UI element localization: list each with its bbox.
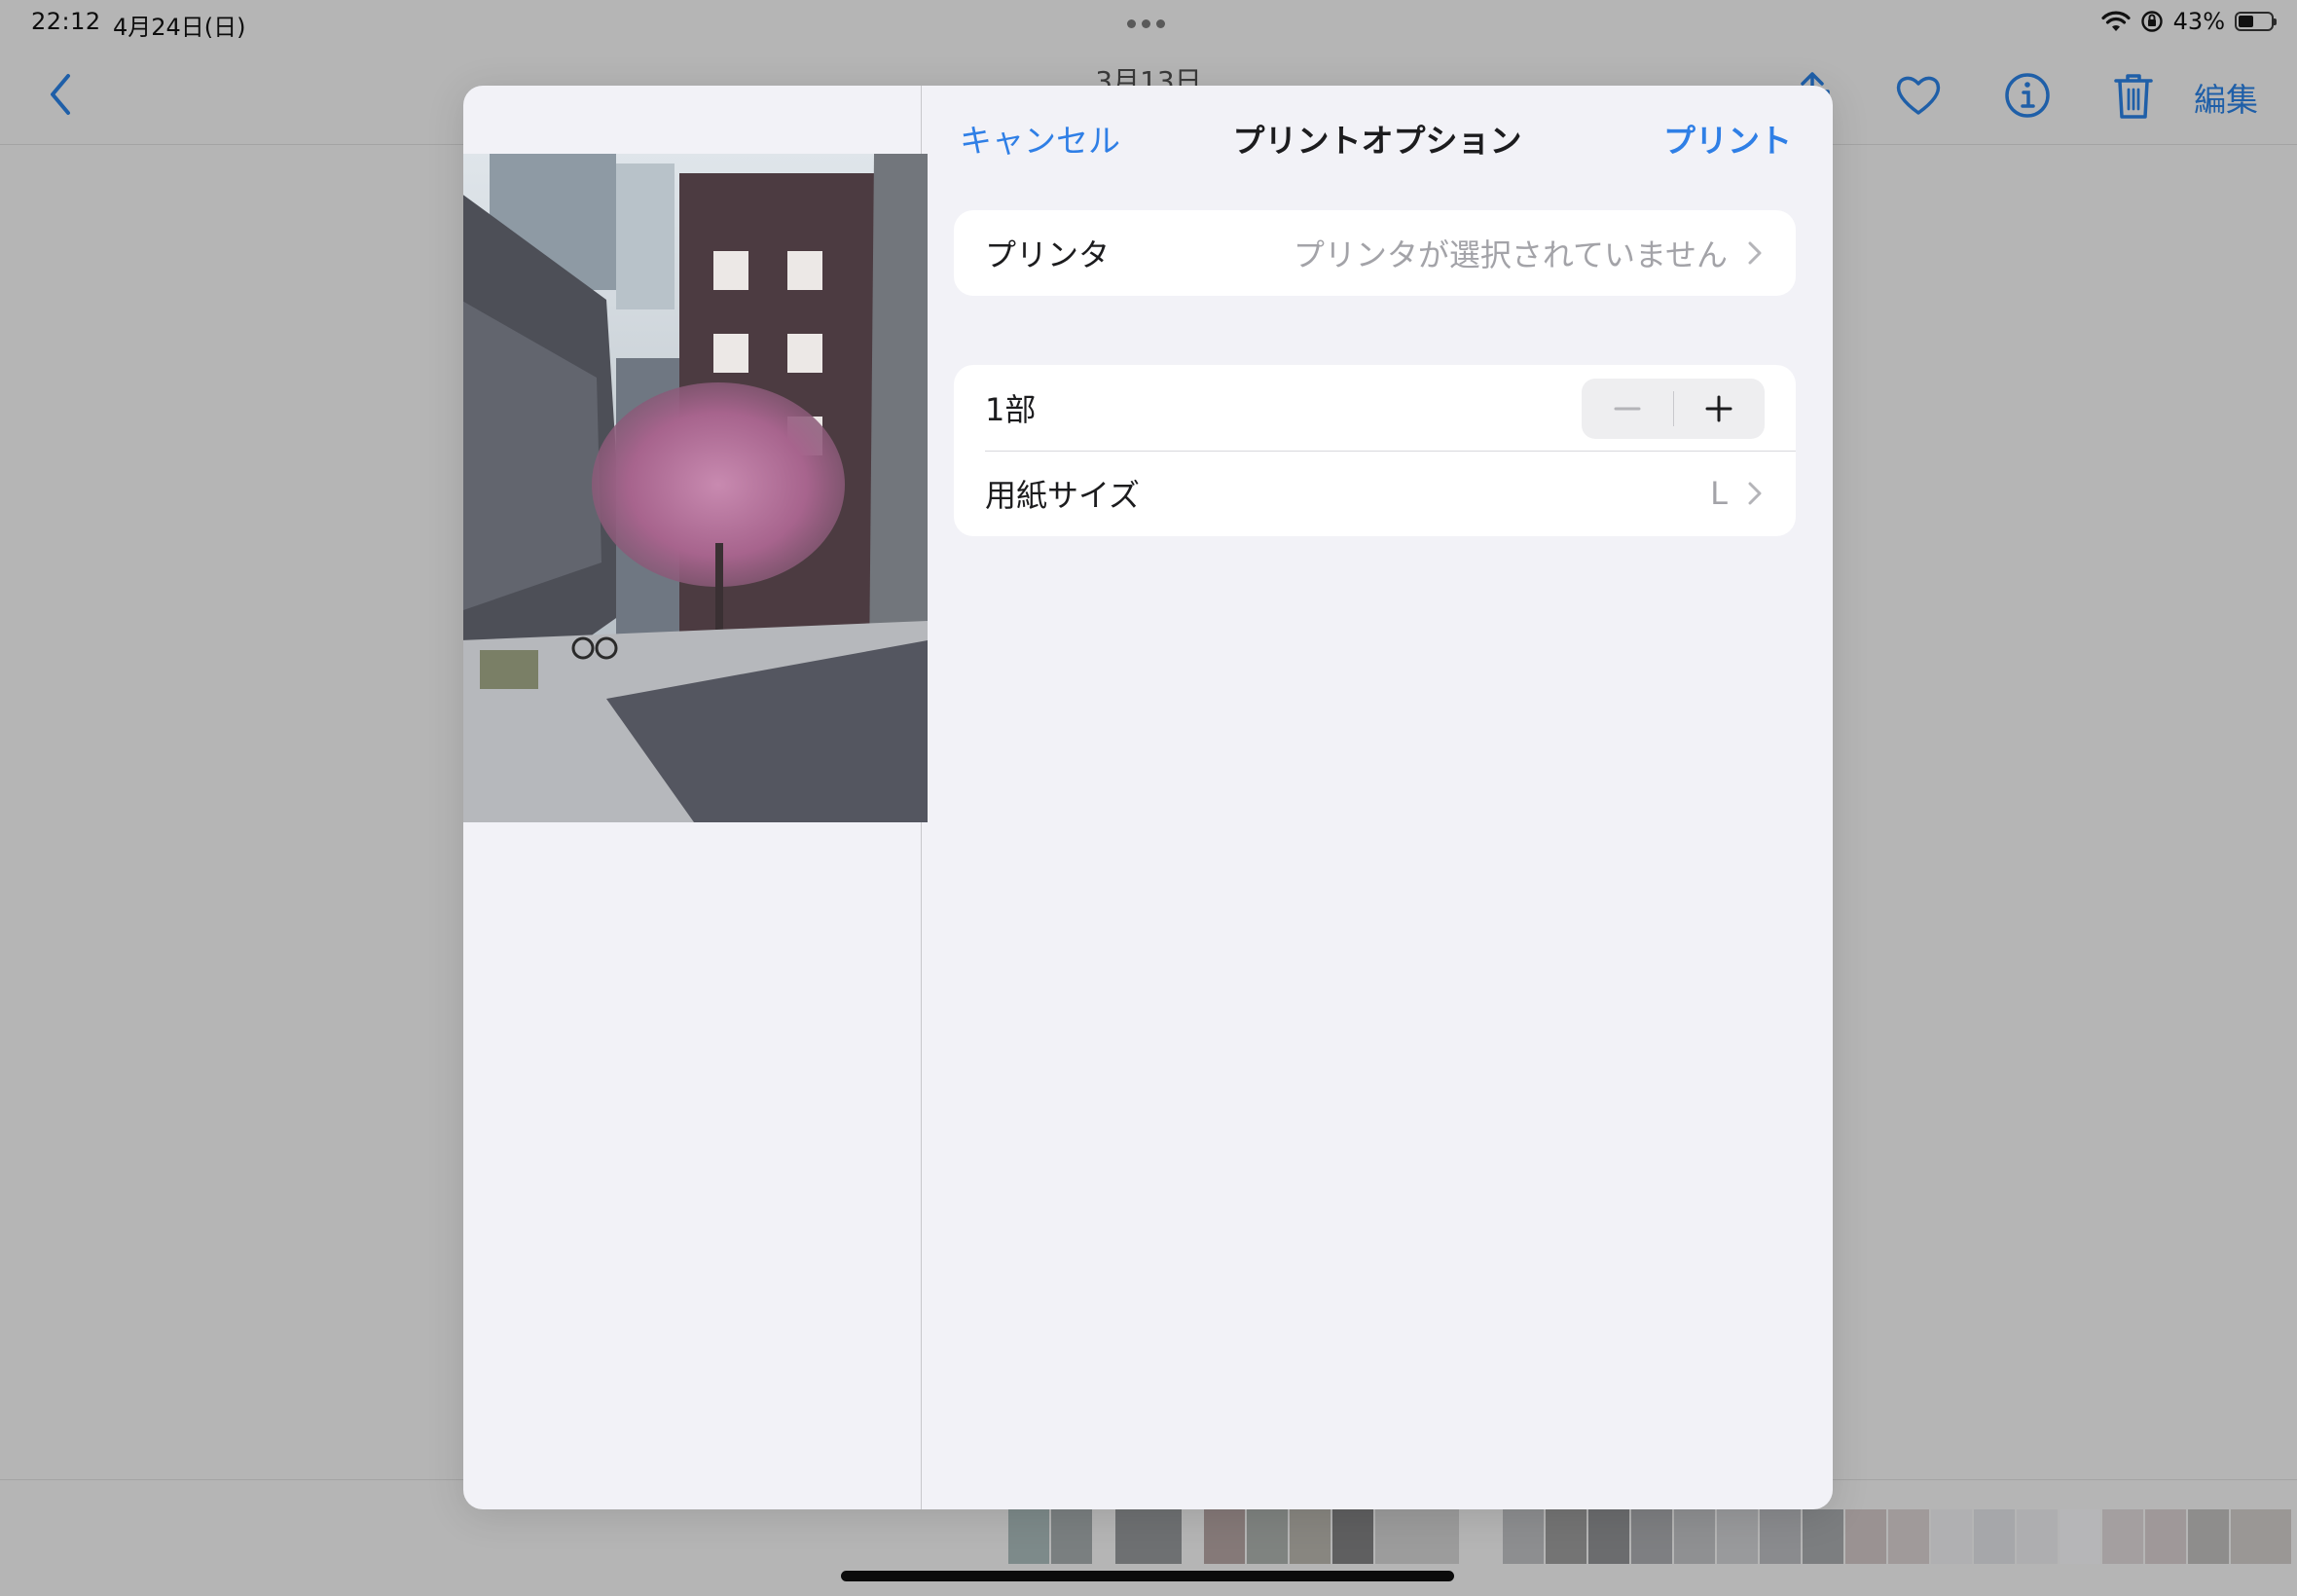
orientation-lock-icon bbox=[2140, 11, 2163, 32]
decrement-button[interactable] bbox=[1582, 379, 1673, 439]
status-indicators: 43% bbox=[2101, 8, 2277, 35]
film-thumbnail[interactable] bbox=[1631, 1509, 1672, 1564]
film-thumbnail[interactable] bbox=[2188, 1509, 2229, 1564]
film-thumbnail[interactable] bbox=[2017, 1509, 2058, 1564]
film-thumbnail[interactable] bbox=[1503, 1509, 1544, 1564]
chevron-right-icon bbox=[1748, 241, 1762, 265]
film-thumbnail[interactable] bbox=[2102, 1509, 2143, 1564]
film-thumbnail[interactable] bbox=[1974, 1509, 2015, 1564]
film-thumbnail[interactable] bbox=[1888, 1509, 1929, 1564]
printer-label: プリンタ bbox=[985, 236, 1111, 273]
increment-button[interactable] bbox=[1674, 379, 1766, 439]
wifi-icon bbox=[2101, 11, 2131, 31]
film-thumbnail[interactable] bbox=[1332, 1509, 1373, 1564]
print-button[interactable]: プリント bbox=[1663, 115, 1792, 162]
multitasking-handle[interactable] bbox=[1127, 19, 1165, 28]
copies-stepper[interactable] bbox=[1582, 379, 1765, 439]
minus-icon bbox=[1614, 407, 1641, 411]
paper-size-label: 用紙サイズ bbox=[985, 477, 1141, 514]
battery-icon bbox=[2235, 12, 2277, 31]
printer-row[interactable]: プリンタ プリンタが選択されていません bbox=[954, 210, 1796, 296]
film-thumbnail[interactable] bbox=[1760, 1509, 1801, 1564]
film-thumbnail[interactable] bbox=[1803, 1509, 1843, 1564]
film-thumbnail[interactable] bbox=[1375, 1509, 1459, 1564]
chevron-right-icon bbox=[1748, 482, 1762, 505]
copies-row: 1部 bbox=[954, 365, 1796, 452]
battery-percent: 43% bbox=[2172, 8, 2225, 35]
ipad-screen: 22:12 4月24日(日) 43% 3月13日 編集 プリントオプション キャ… bbox=[0, 0, 2297, 1596]
film-thumbnail[interactable] bbox=[1204, 1509, 1245, 1564]
copies-paper-group: 1部 用紙サイズ L bbox=[954, 365, 1796, 536]
film-thumbnail[interactable] bbox=[1717, 1509, 1758, 1564]
film-thumbnail[interactable] bbox=[1588, 1509, 1629, 1564]
printer-value: プリンタが選択されていません bbox=[1293, 236, 1728, 273]
film-thumbnail[interactable] bbox=[1931, 1509, 1972, 1564]
sheet-header: プリントオプション キャンセル プリント bbox=[922, 86, 1833, 193]
dot-icon bbox=[1142, 19, 1150, 28]
trash-icon[interactable] bbox=[2106, 68, 2161, 123]
film-thumbnail[interactable] bbox=[1008, 1509, 1049, 1564]
printer-group: プリンタ プリンタが選択されていません bbox=[954, 210, 1796, 296]
film-thumbnail[interactable] bbox=[1247, 1509, 1288, 1564]
print-preview-pane bbox=[463, 86, 928, 1509]
paper-size-value: L bbox=[1710, 475, 1728, 512]
heart-icon[interactable] bbox=[1891, 68, 1946, 123]
film-thumbnail[interactable] bbox=[2231, 1509, 2291, 1564]
print-preview-photo bbox=[463, 154, 928, 822]
status-time: 22:12 bbox=[31, 8, 101, 35]
paper-size-row[interactable]: 用紙サイズ L bbox=[954, 451, 1796, 536]
edit-button[interactable]: 編集 bbox=[2194, 74, 2258, 121]
film-thumbnail[interactable] bbox=[2060, 1509, 2100, 1564]
dot-icon bbox=[1156, 19, 1165, 28]
home-indicator[interactable] bbox=[841, 1571, 1454, 1581]
film-thumbnail[interactable] bbox=[2145, 1509, 2186, 1564]
film-thumbnail[interactable] bbox=[1674, 1509, 1715, 1564]
copies-label: 1部 bbox=[985, 391, 1037, 428]
info-icon[interactable] bbox=[2000, 68, 2055, 123]
status-date: 4月24日(日) bbox=[113, 14, 246, 41]
print-options-sheet: プリントオプション キャンセル プリント プリンタ プリンタが選択されていません… bbox=[463, 86, 1833, 1509]
film-thumbnail[interactable] bbox=[1845, 1509, 1886, 1564]
film-thumbnail[interactable] bbox=[1115, 1509, 1182, 1564]
film-thumbnail[interactable] bbox=[1051, 1509, 1092, 1564]
film-thumbnail[interactable] bbox=[1546, 1509, 1586, 1564]
dot-icon bbox=[1127, 19, 1136, 28]
plus-icon bbox=[1705, 395, 1732, 422]
film-thumbnail[interactable] bbox=[1290, 1509, 1331, 1564]
print-options-pane: プリントオプション キャンセル プリント プリンタ プリンタが選択されていません… bbox=[922, 86, 1833, 1509]
cancel-button[interactable]: キャンセル bbox=[960, 115, 1120, 162]
status-bar: 22:12 4月24日(日) 43% bbox=[0, 0, 2297, 49]
